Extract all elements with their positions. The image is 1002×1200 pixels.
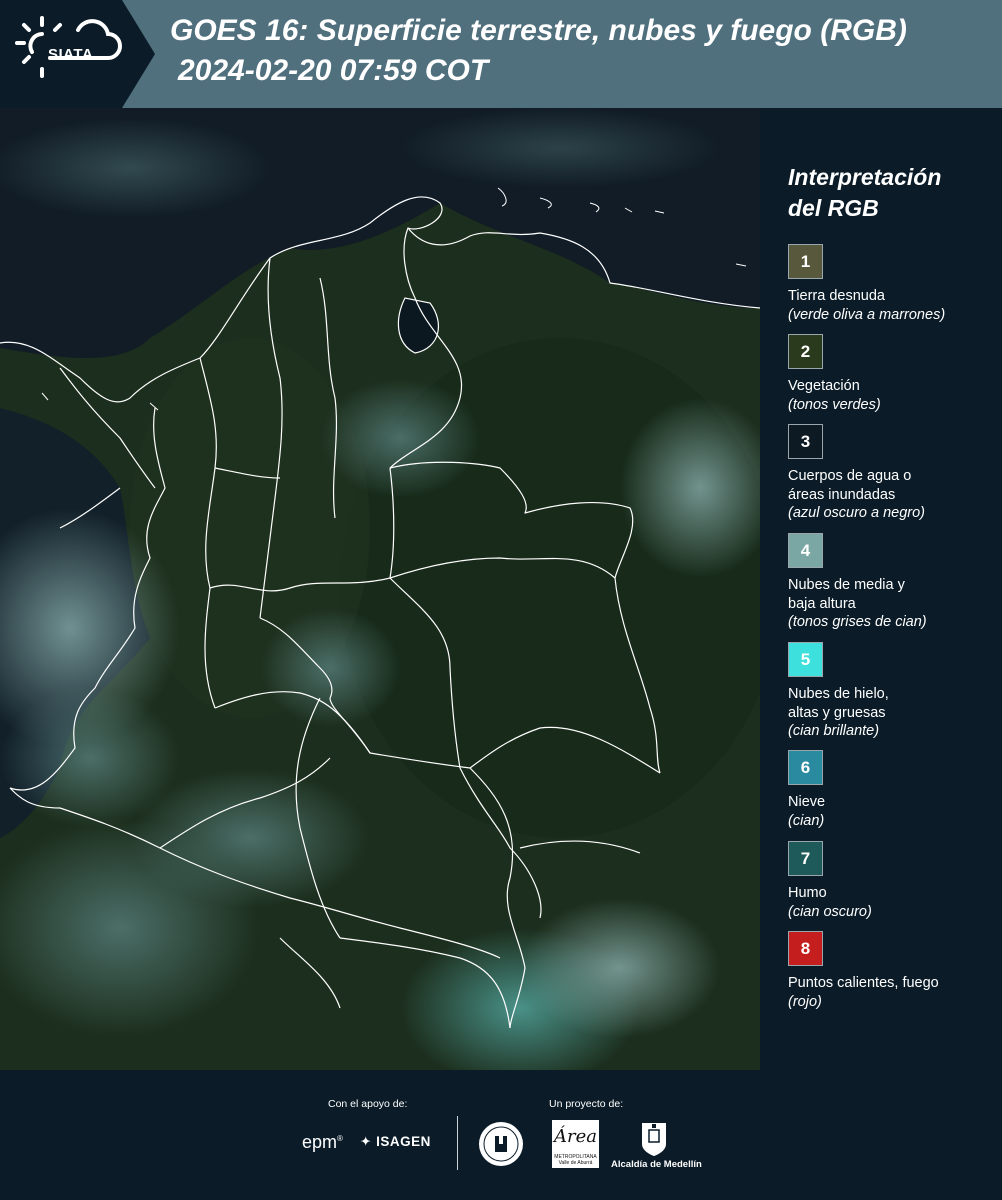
legend-label: Nubes de media y (788, 577, 905, 593)
legend-sublabel: (cian oscuro) (788, 903, 872, 920)
legend-sublabel: (verde oliva a marrones) (788, 306, 946, 323)
legend-label: Cuerpos de agua o (788, 468, 912, 484)
area-metropolitana-caption: METROPOLITANA Valle de Aburrá (554, 1154, 597, 1166)
cloud-caribbean-2 (400, 108, 720, 188)
legend-label: Tierra desnuda (788, 288, 885, 304)
legend-item-vegetation: 2 Vegetación (tonos verdes) (788, 334, 993, 414)
legend-label: Humo (788, 885, 827, 901)
isagen-logo-text: ISAGEN (376, 1134, 431, 1149)
area-metropolitana-title: Área (554, 1126, 597, 1147)
legend-label: Nubes de hielo, (788, 686, 889, 702)
alcaldia-shield-icon[interactable] (639, 1120, 669, 1158)
legend-item-bare-soil: 1 Tierra desnuda (verde oliva a marrones… (788, 244, 993, 324)
legend-label: Puntos calientes, fuego (788, 975, 939, 991)
legend-sublabel: (rojo) (788, 993, 822, 1010)
legend-title-line1: Interpretación (788, 164, 942, 190)
legend-swatch: 5 (788, 642, 823, 677)
satellite-map[interactable] (0, 108, 760, 1070)
siata-logo[interactable]: SIATA (0, 0, 155, 108)
legend-swatch: 2 (788, 334, 823, 369)
legend-swatch: 7 (788, 841, 823, 876)
project-label: Un proyecto de: (549, 1098, 624, 1110)
cloud-caribbean (0, 118, 270, 218)
legend-label: Vegetación (788, 378, 860, 394)
legend-item-smoke: 7 Humo (cian oscuro) (788, 841, 993, 921)
legend-swatch: 3 (788, 424, 823, 459)
legend-label-line2: áreas inundadas (788, 486, 896, 503)
legend-title: Interpretación del RGB (788, 162, 988, 224)
alcaldia-label: Alcaldía de Medellín (611, 1159, 702, 1170)
legend-item-low-clouds: 4 Nubes de media y baja altura (tonos gr… (788, 533, 993, 632)
support-label: Con el apoyo de: (328, 1098, 408, 1110)
legend-swatch: 8 (788, 931, 823, 966)
isagen-logo[interactable]: ✦ ISAGEN (360, 1134, 431, 1150)
siata-logo-text: SIATA (48, 46, 94, 63)
legend-sublabel: (tonos verdes) (788, 396, 881, 413)
legend-item-snow: 6 Nieve (cian) (788, 750, 993, 830)
footer-divider (457, 1116, 458, 1170)
legend-sublabel: (azul oscuro a negro) (788, 505, 926, 521)
legend-swatch: 1 (788, 244, 823, 279)
legend-label-line2: baja altura (788, 595, 856, 612)
legend-sublabel: (cian) (788, 812, 825, 829)
area-metropolitana-logo[interactable]: Área METROPOLITANA Valle de Aburrá (552, 1120, 599, 1168)
legend-item-ice-clouds: 5 Nubes de hielo, altas y gruesas (cian … (788, 642, 993, 741)
university-seal-icon[interactable] (477, 1120, 525, 1168)
legend-item-water: 3 Cuerpos de agua o áreas inundadas (azu… (788, 424, 993, 523)
epm-logo[interactable]: epm® (302, 1132, 343, 1153)
footer: Con el apoyo de: Un proyecto de: epm® ✦ … (0, 1070, 1002, 1200)
page-timestamp: 2024-02-20 07:59 COT (178, 54, 489, 87)
legend-sublabel: (cian brillante) (788, 723, 880, 739)
epm-logo-text: epm (302, 1132, 338, 1152)
satellite-map-graphic (0, 108, 760, 1070)
cloud-southeast (520, 898, 720, 1038)
cloud-south-central (130, 768, 370, 908)
legend-swatch: 4 (788, 533, 823, 568)
cloud-central (260, 608, 400, 728)
legend-sublabel: (tonos grises de cian) (788, 614, 927, 630)
cloud-north (320, 378, 480, 498)
legend-label: Nieve (788, 794, 826, 810)
legend-item-fire: 8 Puntos calientes, fuego (rojo) (788, 931, 993, 1011)
header-banner: SIATA GOES 16: Superficie terrestre, nub… (0, 0, 1002, 108)
legend-label-line2: altas y gruesas (788, 704, 886, 721)
legend-title-line2: del RGB (788, 195, 879, 221)
legend-swatch: 6 (788, 750, 823, 785)
page-title: GOES 16: Superficie terrestre, nubes y f… (170, 14, 907, 47)
